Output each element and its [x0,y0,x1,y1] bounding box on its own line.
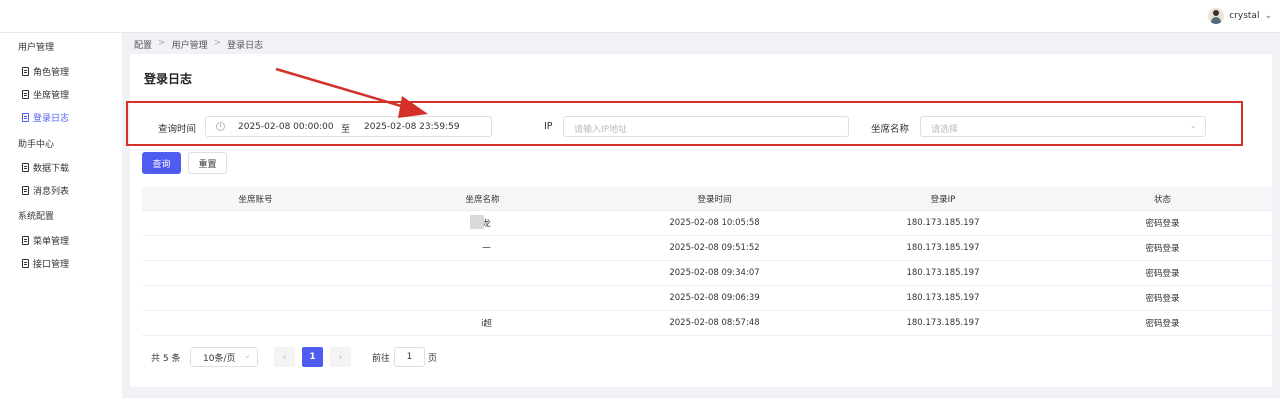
total-count: 共 5 条 [151,354,181,364]
seat-name-cell: 一 [482,244,491,254]
sidebar-group-user: 用户管理 [18,43,55,53]
login-time-cell: 2025-02-08 09:51:52 [669,243,760,253]
avatar[interactable] [1208,8,1225,24]
status-cell: 密码登录 [1145,219,1180,229]
chevron-right-icon: > [158,38,166,48]
status-cell: 密码登录 [1145,319,1180,329]
next-page-button[interactable]: › [330,347,351,367]
login-time-cell: 2025-02-08 10:05:58 [669,218,760,228]
login-ip-cell: 180.173.185.197 [906,218,980,228]
chevron-down-icon[interactable]: ⌄ [1264,11,1272,21]
login-ip-cell: 180.173.185.197 [906,243,980,253]
document-icon [22,67,29,76]
sidebar-group-assistant: 助手中心 [18,140,55,150]
reset-button[interactable]: 重置 [188,152,227,174]
column-header: 状态 [1153,194,1171,205]
login-ip-cell: 180.173.185.197 [906,268,980,278]
breadcrumb: 配置 > 用户管理 > 登录日志 [134,38,263,51]
sidebar-item-seats[interactable]: 坐席管理 [22,88,69,101]
login-ip-cell: 180.173.185.197 [906,293,980,303]
annotation-highlight-box [126,101,1243,146]
login-time-cell: 2025-02-08 09:06:39 [669,293,760,303]
table-row: 2025-02-08 09:06:39 180.173.185.197 密码登录 [142,286,1272,311]
table-row: 一 2025-02-08 09:51:52 180.173.185.197 密码… [142,236,1272,261]
status-cell: 密码登录 [1145,294,1180,304]
sidebar-item-label: 消息列表 [33,187,70,197]
breadcrumb-item[interactable]: 用户管理 [172,38,208,51]
sidebar-item-label: 登录日志 [33,114,70,124]
top-bar: crystal ⌄ [0,0,1280,33]
login-log-table: 坐席账号 坐席名称 登录时间 登录IP 状态 龙 2025-02-08 10:0… [142,187,1272,336]
sidebar-item-label: 角色管理 [33,68,70,78]
column-header: 坐席账号 [238,194,273,205]
prev-page-button[interactable]: ‹ [274,347,295,367]
sidebar-item-label: 接口管理 [33,260,70,270]
seat-name-cell: i超 [481,319,492,329]
sidebar-item-label: 数据下载 [33,164,70,174]
table-header: 坐席账号 坐席名称 登录时间 登录IP 状态 [142,187,1272,211]
document-icon [22,259,29,268]
document-icon [22,113,29,122]
login-ip-cell: 180.173.185.197 [906,318,980,328]
document-icon [22,236,29,245]
sidebar-item-roles[interactable]: 角色管理 [22,65,69,78]
redaction-block [470,215,484,229]
sidebar-group-system: 系统配置 [18,212,55,222]
sidebar-item-messages[interactable]: 消息列表 [22,184,69,197]
status-cell: 密码登录 [1145,269,1180,279]
breadcrumb-item[interactable]: 配置 [134,38,152,51]
sidebar-item-api[interactable]: 接口管理 [22,257,69,270]
page-size-select[interactable]: 10条/页 ⌄ [190,347,258,367]
column-header: 登录时间 [697,194,732,205]
login-time-cell: 2025-02-08 08:57:48 [669,318,760,328]
sidebar-item-label: 坐席管理 [33,91,70,101]
table-row: 2025-02-08 09:34:07 180.173.185.197 密码登录 [142,261,1272,286]
sidebar-item-login-log[interactable]: 登录日志 [22,111,69,124]
table-row: i超 2025-02-08 08:57:48 180.173.185.197 密… [142,311,1272,336]
page-suffix: 页 [428,354,438,364]
goto-label: 前往 [372,354,391,364]
sidebar-item-data-download[interactable]: 数据下载 [22,161,69,174]
column-header: 登录IP [930,194,956,205]
sidebar-item-label: 菜单管理 [33,237,70,247]
column-header: 坐席名称 [465,194,500,205]
page-size-value: 10条/页 [203,353,236,364]
document-icon [22,163,29,172]
breadcrumb-item: 登录日志 [227,41,264,51]
user-menu[interactable]: crystal ⌄ [1208,8,1272,24]
document-icon [22,90,29,99]
page-title: 登录日志 [144,72,193,86]
document-icon [22,186,29,195]
chevron-right-icon: > [213,38,222,48]
goto-page-input[interactable]: 1 [394,347,425,367]
chevron-down-icon: ⌄ [243,351,251,361]
query-button[interactable]: 查询 [142,152,181,174]
username[interactable]: crystal [1229,11,1259,21]
sidebar-item-menus[interactable]: 菜单管理 [22,234,69,247]
status-cell: 密码登录 [1145,244,1180,254]
login-time-cell: 2025-02-08 09:34:07 [669,268,760,278]
page-number-current[interactable]: 1 [302,347,323,367]
table-row: 龙 2025-02-08 10:05:58 180.173.185.197 密码… [142,211,1272,236]
